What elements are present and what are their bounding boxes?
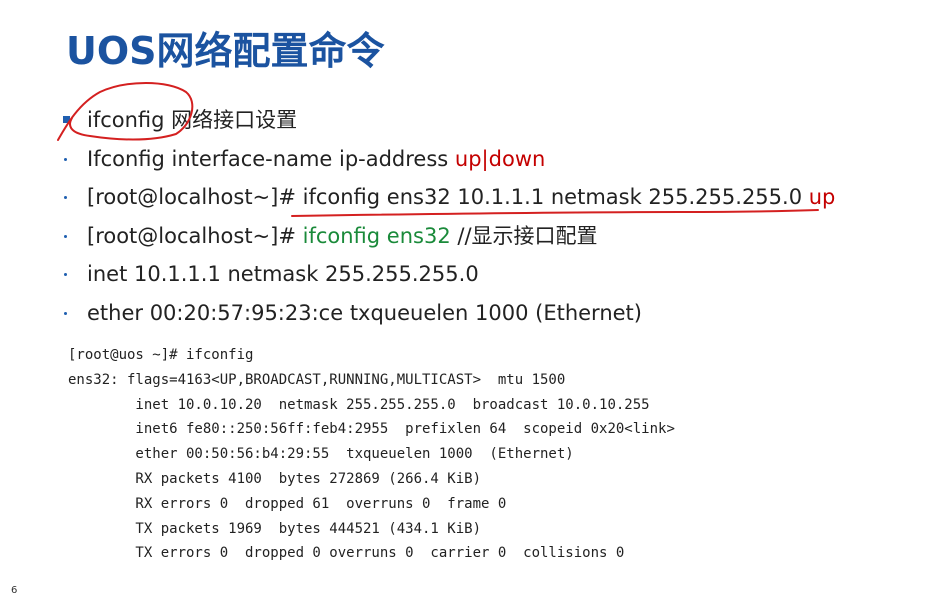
page-number: 6 bbox=[11, 585, 18, 596]
bullet-text: ether 00:20:57:95:23:ce txqueuelen 1000 … bbox=[87, 300, 642, 325]
code-line: TX packets 1969 bytes 444521 (434.1 KiB) bbox=[68, 520, 482, 537]
bullet-item: ifconfig 网络接口设置 bbox=[62, 101, 922, 140]
bullet-item: [root@localhost~]# ifconfig ens32 //显示接口… bbox=[62, 217, 922, 256]
bullet-text-highlight: up bbox=[808, 185, 836, 209]
bullet-text-command: ifconfig ens32 bbox=[302, 223, 451, 248]
bullet-text-highlight: up|down bbox=[454, 146, 546, 171]
code-line: ether 00:50:56:b4:29:55 txqueuelen 1000 … bbox=[68, 446, 574, 463]
code-line: inet 10.0.10.20 netmask 255.255.255.0 br… bbox=[68, 396, 650, 413]
code-line: inet6 fe80::250:56ff:feb4:2955 prefixlen… bbox=[68, 421, 675, 438]
dot-bullet-icon bbox=[64, 157, 67, 161]
bullet-item: Ifconfig interface-name ip-address up|do… bbox=[62, 140, 922, 179]
code-line: ens32: flags=4163<UP,BROADCAST,RUNNING,M… bbox=[68, 371, 566, 388]
code-line: TX errors 0 dropped 0 overruns 0 carrier… bbox=[68, 545, 625, 562]
bullet-text: inet 10.1.1.1 netmask 255.255.255.0 bbox=[87, 262, 479, 286]
code-line: RX errors 0 dropped 61 overruns 0 frame … bbox=[68, 495, 507, 512]
square-bullet-icon bbox=[63, 116, 70, 124]
bullet-item: inet 10.1.1.1 netmask 255.255.255.0 bbox=[62, 255, 922, 294]
bullet-text: ifconfig 网络接口设置 bbox=[87, 108, 298, 132]
code-line: [root@uos ~]# ifconfig bbox=[68, 347, 254, 363]
bullet-text: [root@localhost~]# ifconfig ens32 10.1.1… bbox=[87, 185, 809, 209]
dot-bullet-icon bbox=[64, 196, 67, 200]
code-line: RX packets 4100 bytes 272869 (266.4 KiB) bbox=[68, 470, 482, 487]
bullet-text-comment: //显示接口配置 bbox=[450, 223, 598, 248]
bullet-list: ifconfig 网络接口设置 Ifconfig interface-name … bbox=[62, 101, 922, 332]
terminal-output: [root@uos ~]# ifconfig ens32: flags=4163… bbox=[68, 343, 675, 566]
bullet-item: ether 00:20:57:95:23:ce txqueuelen 1000 … bbox=[62, 294, 922, 333]
bullet-text: Ifconfig interface-name ip-address bbox=[87, 146, 455, 171]
bullet-text: [root@localhost~]# bbox=[87, 223, 303, 248]
bullet-item: [root@localhost~]# ifconfig ens32 10.1.1… bbox=[62, 178, 922, 217]
dot-bullet-icon bbox=[64, 234, 67, 238]
dot-bullet-icon bbox=[64, 311, 67, 315]
slide-title: UOS网络配置命令 bbox=[66, 29, 385, 73]
dot-bullet-icon bbox=[64, 273, 67, 277]
